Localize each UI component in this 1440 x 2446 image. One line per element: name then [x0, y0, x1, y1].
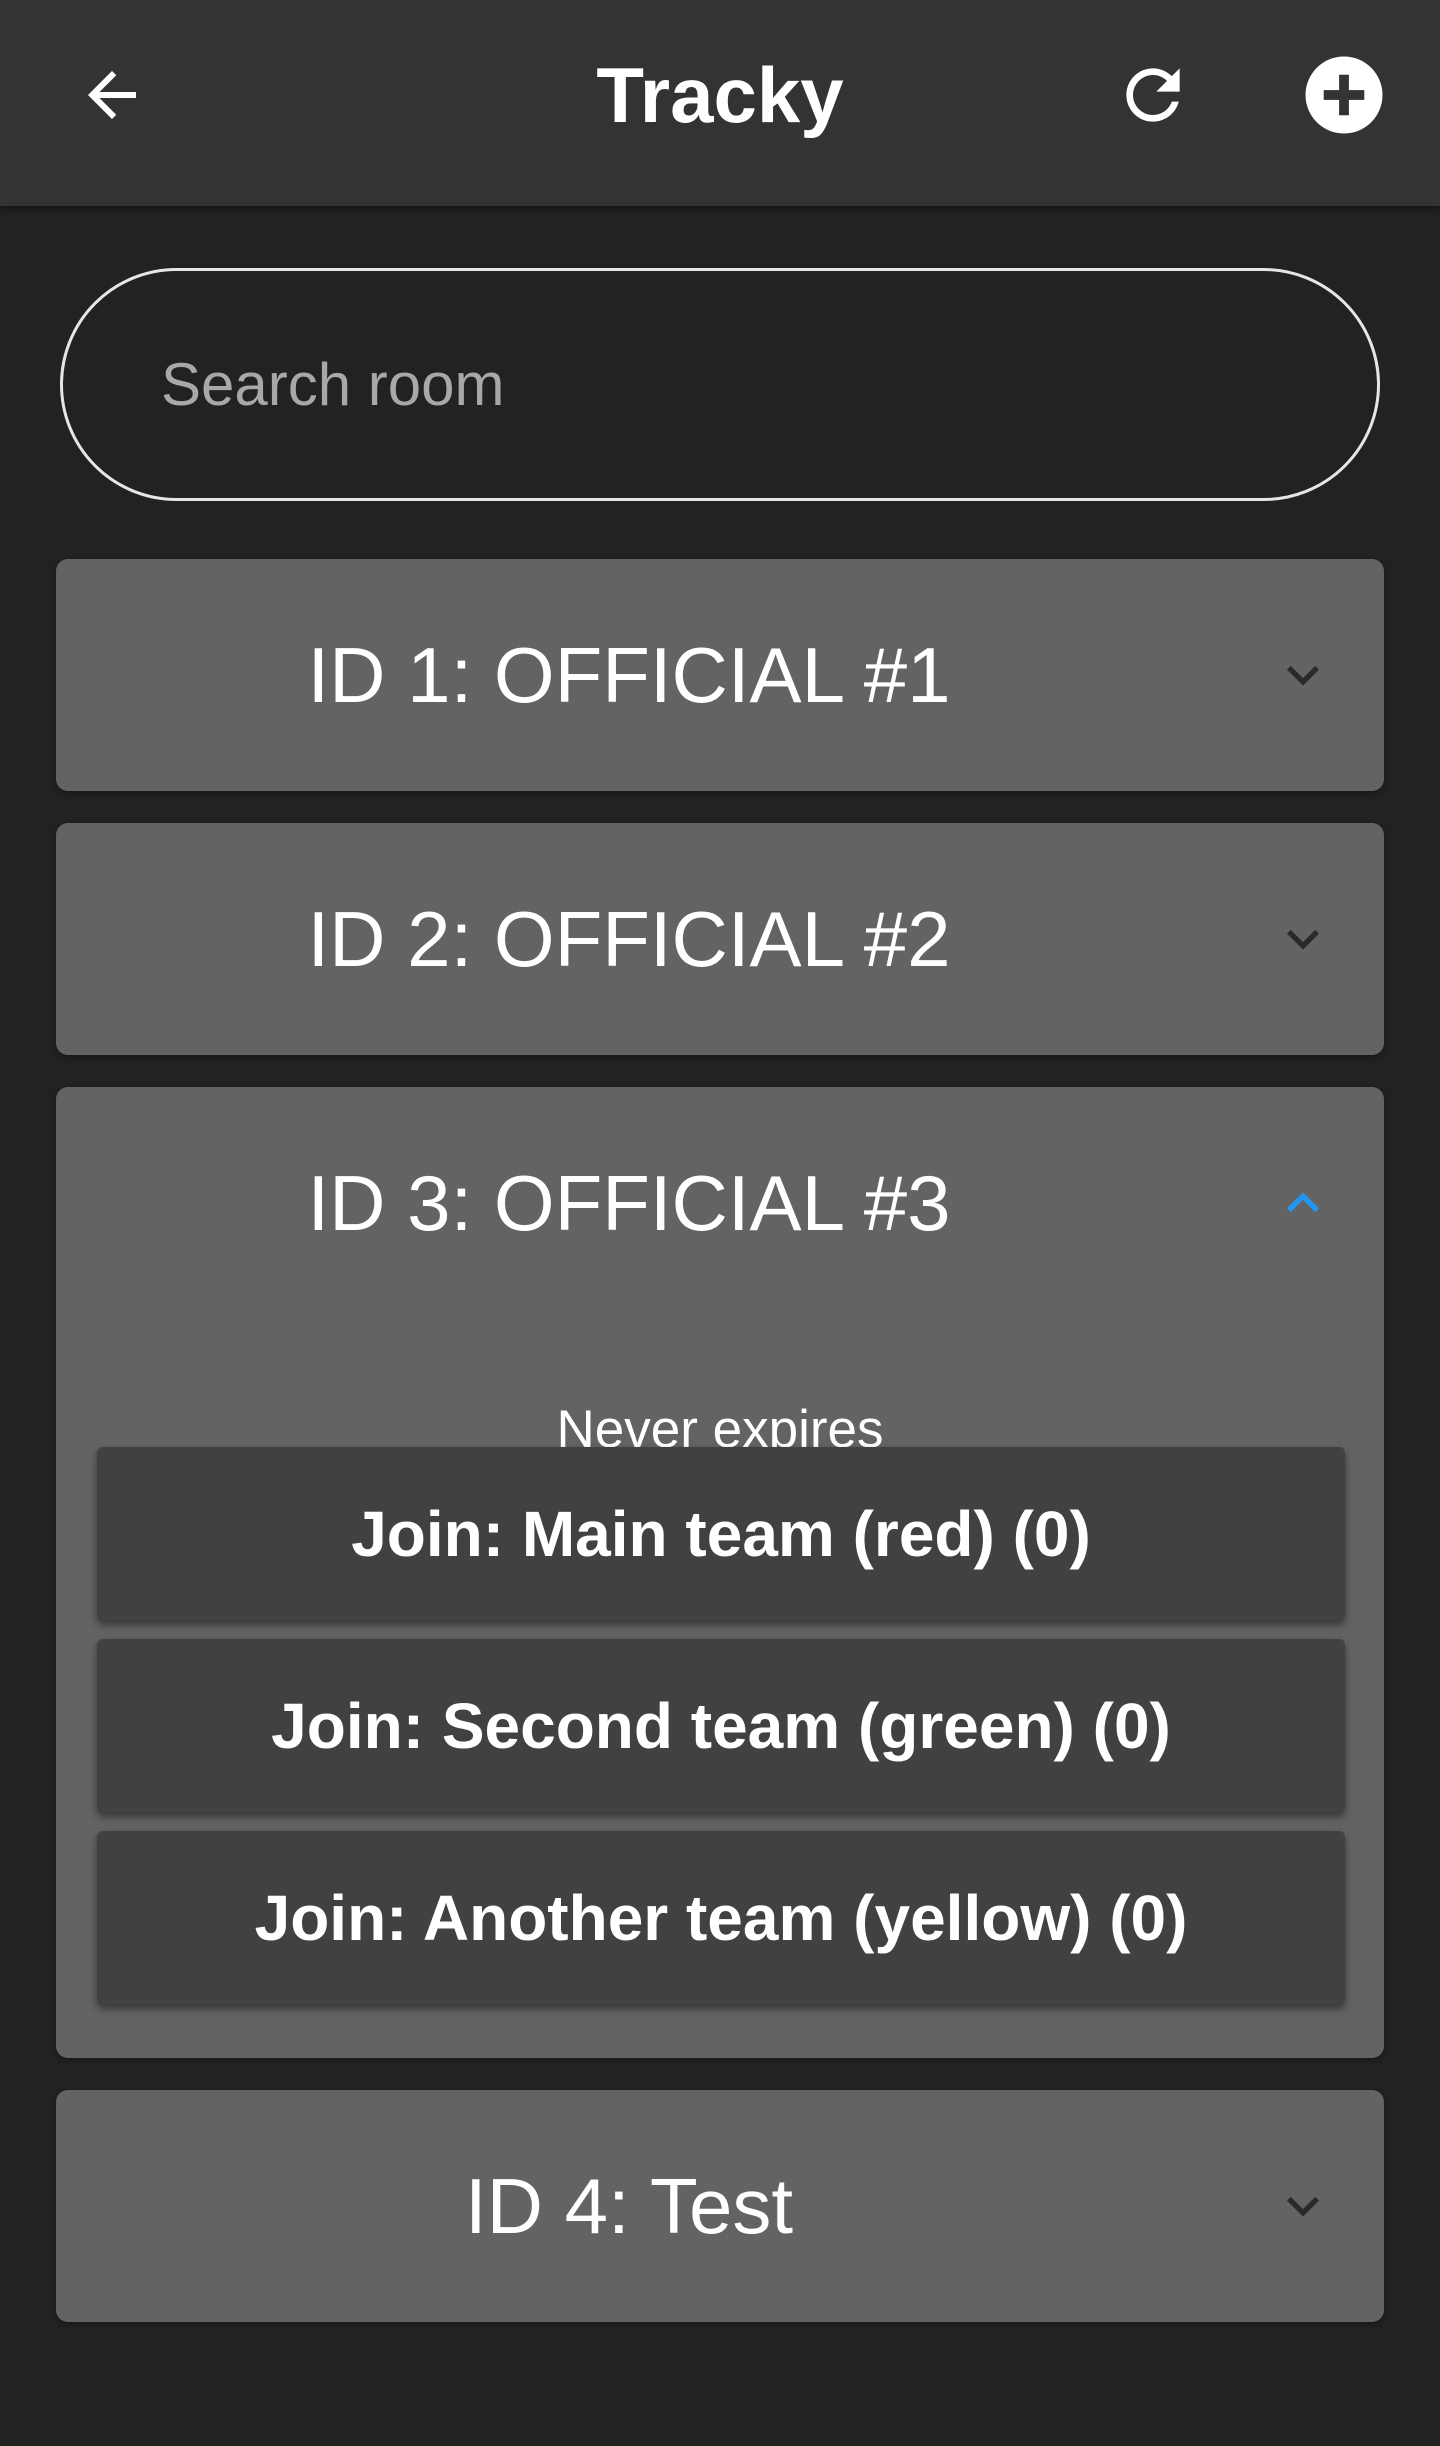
plus-circle-icon [1305, 56, 1383, 134]
chevron-down-icon [1271, 2174, 1335, 2238]
room-title: ID 3: OFFICIAL #3 [307, 1159, 951, 1247]
room-header-4[interactable]: ID 4: Test [56, 2090, 1384, 2322]
add-room-button[interactable] [1284, 35, 1404, 155]
room-header-1[interactable]: ID 1: OFFICIAL #1 [56, 559, 1384, 791]
room-card-3: ID 3: OFFICIAL #3 Never expires Join: Ma… [56, 1087, 1384, 2058]
chevron-down-icon [1271, 643, 1335, 707]
room-header-3[interactable]: ID 3: OFFICIAL #3 [56, 1087, 1384, 1319]
room-title: ID 2: OFFICIAL #2 [307, 895, 951, 983]
app-title: Tracky [596, 51, 844, 139]
refresh-button[interactable] [1093, 35, 1213, 155]
join-team-button[interactable]: Join: Main team (red) (0) [97, 1447, 1345, 1621]
room-header-2[interactable]: ID 2: OFFICIAL #2 [56, 823, 1384, 1055]
search-input[interactable] [63, 271, 1377, 498]
room-card-1: ID 1: OFFICIAL #1 [56, 559, 1384, 791]
app-bar: Tracky [0, 0, 1440, 206]
search-room-field[interactable] [60, 268, 1380, 501]
chevron-down-icon [1271, 907, 1335, 971]
join-team-button[interactable]: Join: Second team (green) (0) [97, 1639, 1345, 1813]
room-card-4: ID 4: Test [56, 2090, 1384, 2322]
room-title: ID 1: OFFICIAL #1 [307, 631, 951, 719]
room-title: ID 4: Test [464, 2162, 794, 2250]
room-card-2: ID 2: OFFICIAL #2 [56, 823, 1384, 1055]
chevron-up-icon [1271, 1171, 1335, 1235]
refresh-icon [1126, 68, 1180, 122]
join-team-button[interactable]: Join: Another team (yellow) (0) [97, 1831, 1345, 2005]
